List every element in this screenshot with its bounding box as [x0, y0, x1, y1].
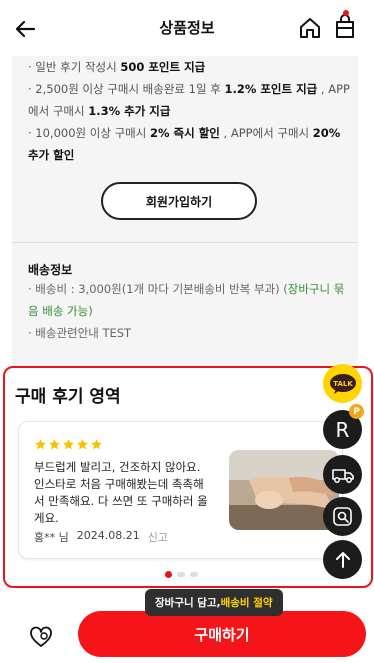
scroll-top-button[interactable]: [323, 540, 362, 579]
talk-icon: TALK: [329, 373, 356, 394]
shipping-fee: · 배송비 : 3,000원(1개 마다 기본배송비 반복 부과) (장바구니 …: [28, 282, 345, 318]
arrow-up-icon: [335, 551, 350, 568]
shipping-guide: · 배송관련안내 TEST: [28, 326, 132, 340]
benefit-item: · 일반 후기 작성시 500 포인트 지급: [28, 60, 206, 74]
review-card[interactable]: 부드럽게 발리고, 건조하지 않아요. 인스타로 처음 구매해봤는데 촉촉해서 …: [18, 421, 343, 559]
cart-button[interactable]: [332, 10, 358, 42]
shipping-list: · 배송비 : 3,000원(1개 마다 기본배송비 반복 부과) (장바구니 …: [28, 278, 348, 344]
star-icon: [91, 439, 102, 450]
star-icon: [49, 439, 60, 450]
cart-tooltip: 장바구니 담고, 배송비 절약: [145, 589, 283, 616]
points-badge: P: [349, 404, 364, 419]
star-icon: [35, 439, 46, 450]
star-icon: [63, 439, 74, 450]
review-author: 홍** 님: [34, 531, 69, 544]
shipping-title: 배송정보: [28, 263, 73, 277]
review-text: 부드럽게 발리고, 건조하지 않아요. 인스타로 처음 구매해봤는데 촉촉해서 …: [34, 460, 208, 525]
shopping-bag-icon: [336, 14, 354, 38]
review-pager: [165, 571, 198, 578]
pager-dot[interactable]: [190, 572, 198, 577]
star-rating: [34, 438, 103, 451]
review-heading: 구매 후기 영역: [15, 387, 121, 407]
benefit-item: · 10,000원 이상 구매시 2% 즉시 할인 , APP에서 구매시 20…: [28, 126, 341, 162]
talk-label: TALK: [333, 380, 353, 388]
cart-badge: [343, 10, 349, 16]
report-link[interactable]: 신고: [148, 529, 168, 545]
heart-icon: [30, 626, 52, 647]
kakao-talk-button[interactable]: TALK: [323, 364, 362, 403]
pager-dot[interactable]: [165, 571, 172, 578]
delivery-button[interactable]: [323, 455, 362, 494]
benefit-item: · 2,500원 이상 구매시 배송완료 1일 후 1.2% 포인트 지급 , …: [28, 82, 350, 118]
review-meta: 홍** 님 2024.08.21 신고: [34, 529, 168, 545]
header: 상품정보: [0, 0, 374, 56]
buy-button[interactable]: 구매하기: [78, 611, 366, 657]
signup-button[interactable]: 회원가입하기: [101, 182, 257, 220]
delivery-truck-icon: [331, 468, 354, 483]
r-label: R: [335, 417, 350, 442]
review-date: 2024.08.21: [76, 529, 140, 542]
review-section: 구매 후기 영역 부드럽게 발리고, 건조하지 않아요. 인스타로 처음 구매해…: [3, 366, 373, 588]
benefit-list: · 일반 후기 작성시 500 포인트 지급 · 2,500원 이상 구매시 배…: [28, 56, 354, 166]
home-icon: [300, 18, 320, 38]
review-points-button[interactable]: R P: [323, 404, 364, 449]
divider: [12, 242, 358, 243]
wishlist-button[interactable]: [24, 622, 58, 652]
home-button[interactable]: [297, 14, 323, 42]
pager-dot[interactable]: [177, 572, 185, 577]
benefit-info-box: · 일반 후기 작성시 500 포인트 지급 · 2,500원 이상 구매시 배…: [12, 56, 358, 366]
photo-review-button[interactable]: [323, 497, 362, 536]
star-icon: [77, 439, 88, 450]
photo-search-icon: [332, 506, 352, 526]
